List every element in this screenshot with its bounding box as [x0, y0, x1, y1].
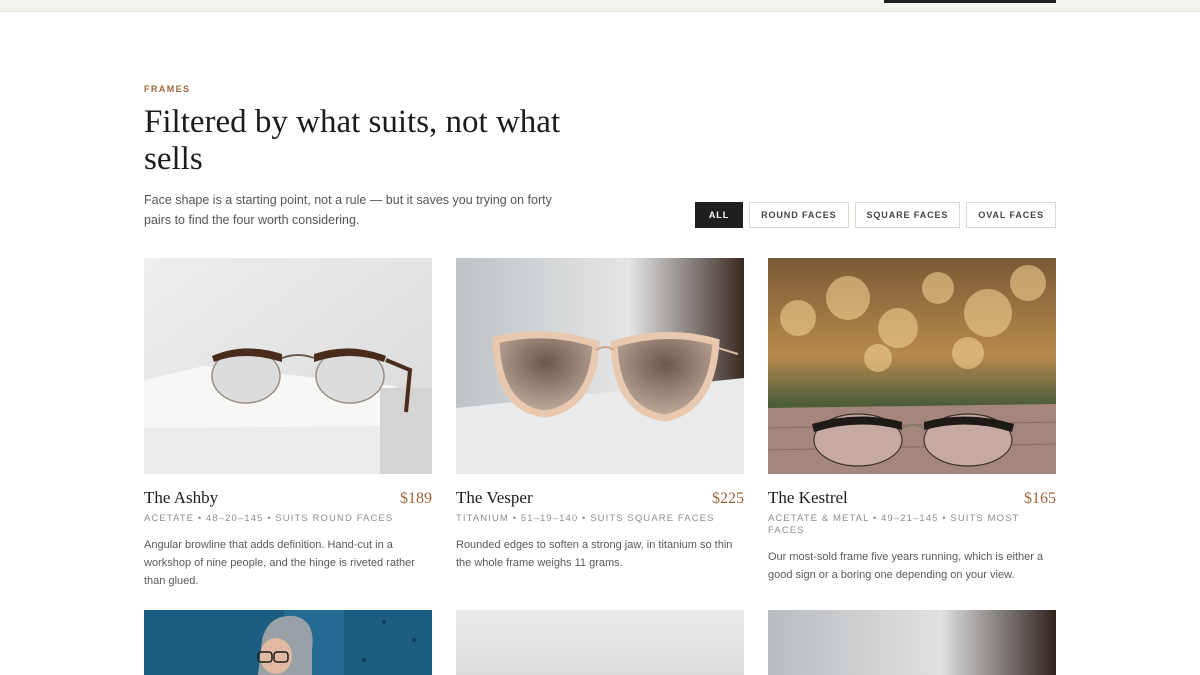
product-card-kestrel[interactable]: The Kestrel $165 ACETATE & METAL • 49–21…	[768, 258, 1056, 584]
top-bar	[0, 0, 1200, 12]
product-photo-row2-1[interactable]	[144, 610, 432, 675]
product-photo-vesper[interactable]	[456, 258, 744, 474]
product-name[interactable]: The Ashby	[144, 488, 218, 508]
product-price: $189	[400, 490, 432, 507]
top-bar-cta-edge[interactable]	[884, 0, 1056, 3]
section-eyebrow: FRAMES	[144, 84, 191, 94]
product-photo-row2-3[interactable]	[768, 610, 1056, 675]
product-price: $165	[1024, 490, 1056, 507]
section-lede: Face shape is a starting point, not a ru…	[144, 193, 552, 227]
section-title: Filtered by what suits, not what sells	[144, 104, 561, 177]
product-card-vesper[interactable]: The Vesper $225 TITANIUM • 51–19–140 • S…	[456, 258, 744, 572]
face-shape-filters: ALL ROUND FACES SQUARE FACES OVAL FACES	[694, 202, 1056, 228]
product-photo-kestrel[interactable]	[768, 258, 1056, 474]
filter-all-button[interactable]: ALL	[694, 202, 744, 228]
product-description: Angular browline that adds definition. H…	[144, 539, 415, 587]
product-meta: TITANIUM • 51–19–140 • SUITS SQUARE FACE…	[456, 513, 715, 524]
product-meta: ACETATE & METAL • 49–21–145 • SUITS MOST…	[768, 513, 1020, 536]
filter-oval-faces-button[interactable]: OVAL FACES	[966, 202, 1056, 228]
product-meta: ACETATE • 48–20–145 • SUITS ROUND FACES	[144, 513, 394, 524]
product-name[interactable]: The Vesper	[456, 488, 533, 508]
product-description: Our most-sold frame five years running, …	[768, 551, 1044, 581]
product-photo-ashby[interactable]	[144, 258, 432, 474]
filter-round-faces-button[interactable]: ROUND FACES	[749, 202, 849, 228]
product-card-ashby[interactable]: The Ashby $189 ACETATE • 48–20–145 • SUI…	[144, 258, 432, 590]
product-photo-row2-2[interactable]	[456, 610, 744, 675]
product-name[interactable]: The Kestrel	[768, 488, 848, 508]
product-description: Rounded edges to soften a strong jaw, in…	[456, 539, 733, 569]
product-price: $225	[712, 490, 744, 507]
filter-square-faces-button[interactable]: SQUARE FACES	[854, 202, 961, 228]
